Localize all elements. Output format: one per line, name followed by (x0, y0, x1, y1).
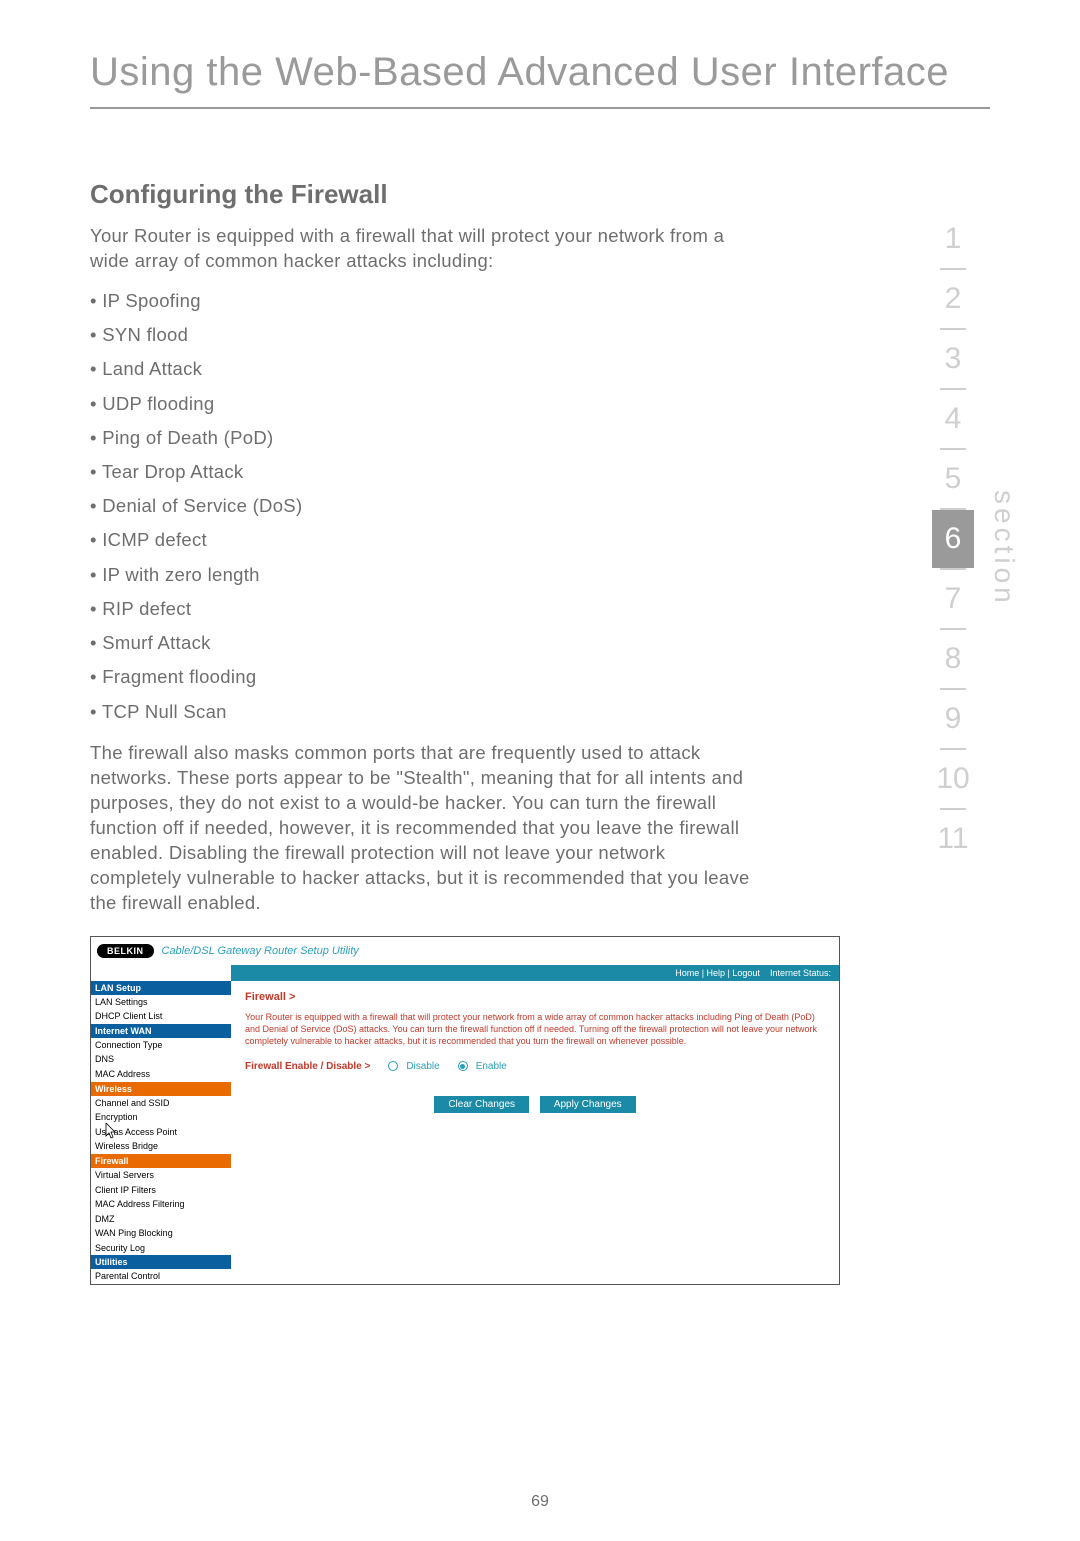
section-num-10[interactable]: 10 (932, 750, 974, 808)
page-number: 69 (0, 1493, 1080, 1511)
nav-item[interactable]: LAN Settings (91, 995, 231, 1010)
nav-item[interactable]: Channel and SSID (91, 1096, 231, 1111)
section-label: section (988, 490, 1020, 607)
disable-radio[interactable] (388, 1061, 398, 1071)
nav-item[interactable]: Security Log (91, 1241, 231, 1256)
nav-header[interactable]: Internet WAN (91, 1024, 231, 1038)
content-area: Configuring the Firewall Your Router is … (0, 179, 840, 1285)
nav-item[interactable]: DMZ (91, 1212, 231, 1227)
status-label: Internet Status: (770, 968, 831, 978)
list-item: IP Spoofing (90, 284, 750, 318)
list-item: IP with zero length (90, 558, 750, 592)
section-num-1[interactable]: 1 (932, 210, 974, 268)
nav-header[interactable]: Wireless (91, 1082, 231, 1096)
list-item: Denial of Service (DoS) (90, 489, 750, 523)
list-item: UDP flooding (90, 387, 750, 421)
stealth-paragraph: The firewall also masks common ports tha… (90, 741, 750, 916)
section-nav: 1234567891011 section (932, 210, 1020, 868)
nav-item[interactable]: WAN Ping Blocking (91, 1226, 231, 1241)
section-num-7[interactable]: 7 (932, 570, 974, 628)
list-item: Tear Drop Attack (90, 455, 750, 489)
section-num-11[interactable]: 11 (932, 810, 974, 868)
nav-item[interactable]: Virtual Servers (91, 1168, 231, 1183)
firewall-toggle-row: Firewall Enable / Disable > Disable Enab… (245, 1061, 825, 1072)
status-links[interactable]: Home | Help | Logout (675, 968, 760, 978)
section-num-6[interactable]: 6 (932, 510, 974, 568)
nav-item[interactable]: Connection Type (91, 1038, 231, 1053)
section-num-4[interactable]: 4 (932, 390, 974, 448)
nav-item[interactable]: Client IP Filters (91, 1183, 231, 1198)
list-item: SYN flood (90, 318, 750, 352)
disable-label: Disable (406, 1061, 439, 1072)
title-rule (90, 107, 990, 109)
utility-title: Cable/DSL Gateway Router Setup Utility (162, 945, 359, 957)
intro-text: Your Router is equipped with a firewall … (90, 224, 750, 274)
list-item: TCP Null Scan (90, 695, 750, 729)
page-title: Using the Web-Based Advanced User Interf… (0, 0, 1080, 107)
nav-item[interactable]: DHCP Client List (91, 1009, 231, 1024)
list-item: Land Attack (90, 352, 750, 386)
nav-item[interactable]: DNS (91, 1052, 231, 1067)
list-item: Smurf Attack (90, 626, 750, 660)
section-num-9[interactable]: 9 (932, 690, 974, 748)
enable-radio[interactable] (458, 1061, 468, 1071)
cursor-icon (105, 1123, 119, 1141)
section-num-3[interactable]: 3 (932, 330, 974, 388)
attack-list: IP SpoofingSYN floodLand AttackUDP flood… (90, 284, 750, 729)
section-num-5[interactable]: 5 (932, 450, 974, 508)
shot-header: BELKIN Cable/DSL Gateway Router Setup Ut… (91, 937, 839, 965)
router-main: Firewall > Your Router is equipped with … (231, 981, 839, 1285)
nav-item[interactable]: MAC Address (91, 1067, 231, 1082)
toggle-label: Firewall Enable / Disable > (245, 1061, 370, 1072)
list-item: Fragment flooding (90, 660, 750, 694)
nav-header[interactable]: LAN Setup (91, 981, 231, 995)
list-item: RIP defect (90, 592, 750, 626)
enable-label: Enable (476, 1061, 507, 1072)
list-item: Ping of Death (PoD) (90, 421, 750, 455)
apply-changes-button[interactable]: Apply Changes (540, 1096, 636, 1113)
firewall-description: Your Router is equipped with a firewall … (245, 1011, 825, 1047)
brand-badge: BELKIN (97, 944, 154, 958)
nav-header[interactable]: Utilities (91, 1255, 231, 1269)
nav-header[interactable]: Firewall (91, 1154, 231, 1168)
nav-item[interactable]: Parental Control (91, 1269, 231, 1284)
nav-item[interactable]: MAC Address Filtering (91, 1197, 231, 1212)
section-num-2[interactable]: 2 (932, 270, 974, 328)
list-item: ICMP defect (90, 523, 750, 557)
nav-item[interactable]: Wireless Bridge (91, 1139, 231, 1154)
status-bar: Home | Help | Logout Internet Status: (231, 965, 839, 981)
router-screenshot: BELKIN Cable/DSL Gateway Router Setup Ut… (90, 936, 840, 1286)
section-num-8[interactable]: 8 (932, 630, 974, 688)
clear-changes-button[interactable]: Clear Changes (434, 1096, 529, 1113)
section-heading: Configuring the Firewall (90, 179, 750, 210)
breadcrumb: Firewall > (245, 991, 825, 1003)
